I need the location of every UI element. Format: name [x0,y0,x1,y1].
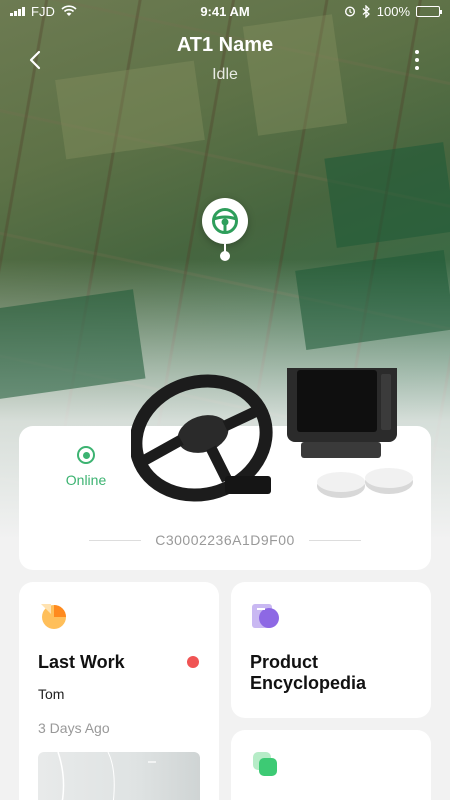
battery-percent: 100% [376,3,410,19]
online-label: Online [65,472,107,488]
last-work-map-thumbnail [38,752,200,800]
clock: 9:41 AM [200,3,250,19]
status-dot [187,656,199,668]
pie-chart-icon [41,604,66,629]
battery-icon [416,5,442,17]
last-work-user: Tom [38,686,65,702]
device-card[interactable]: Online C30002236A1D9F00 [19,368,431,570]
header: AT1 Name Idle [0,30,450,90]
steering-wheel-icon [212,208,238,234]
serial-row: C30002236A1D9F00 [89,532,362,548]
map-marker[interactable] [202,198,250,264]
product-encyclopedia-card[interactable]: Product Encyclopedia [231,582,431,718]
bluetooth-icon [362,4,370,18]
feature-card[interactable] [231,730,431,800]
last-work-card[interactable]: Last Work Tom 3 Days Ago [19,582,219,800]
last-work-title: Last Work [38,652,125,672]
status-bar: FJD 9:41 AM 100% [0,0,450,22]
page-title: AT1 Name [176,34,274,56]
online-status: Online [49,446,123,488]
more-vertical-icon[interactable] [412,48,422,72]
book-icon [252,604,279,628]
alarm-icon [344,6,355,17]
last-work-time: 3 Days Ago [38,720,110,736]
serial-number: C30002236A1D9F00 [155,532,295,548]
wifi-icon [61,5,77,16]
carrier-label: FJD [31,3,55,19]
layers-icon [253,752,277,776]
device-state: Idle [212,66,238,83]
product-encyclopedia-title: Product Encyclopedia [250,652,367,693]
online-indicator-icon [77,446,95,464]
device-product-image [131,368,413,502]
signal-icon [10,6,25,16]
